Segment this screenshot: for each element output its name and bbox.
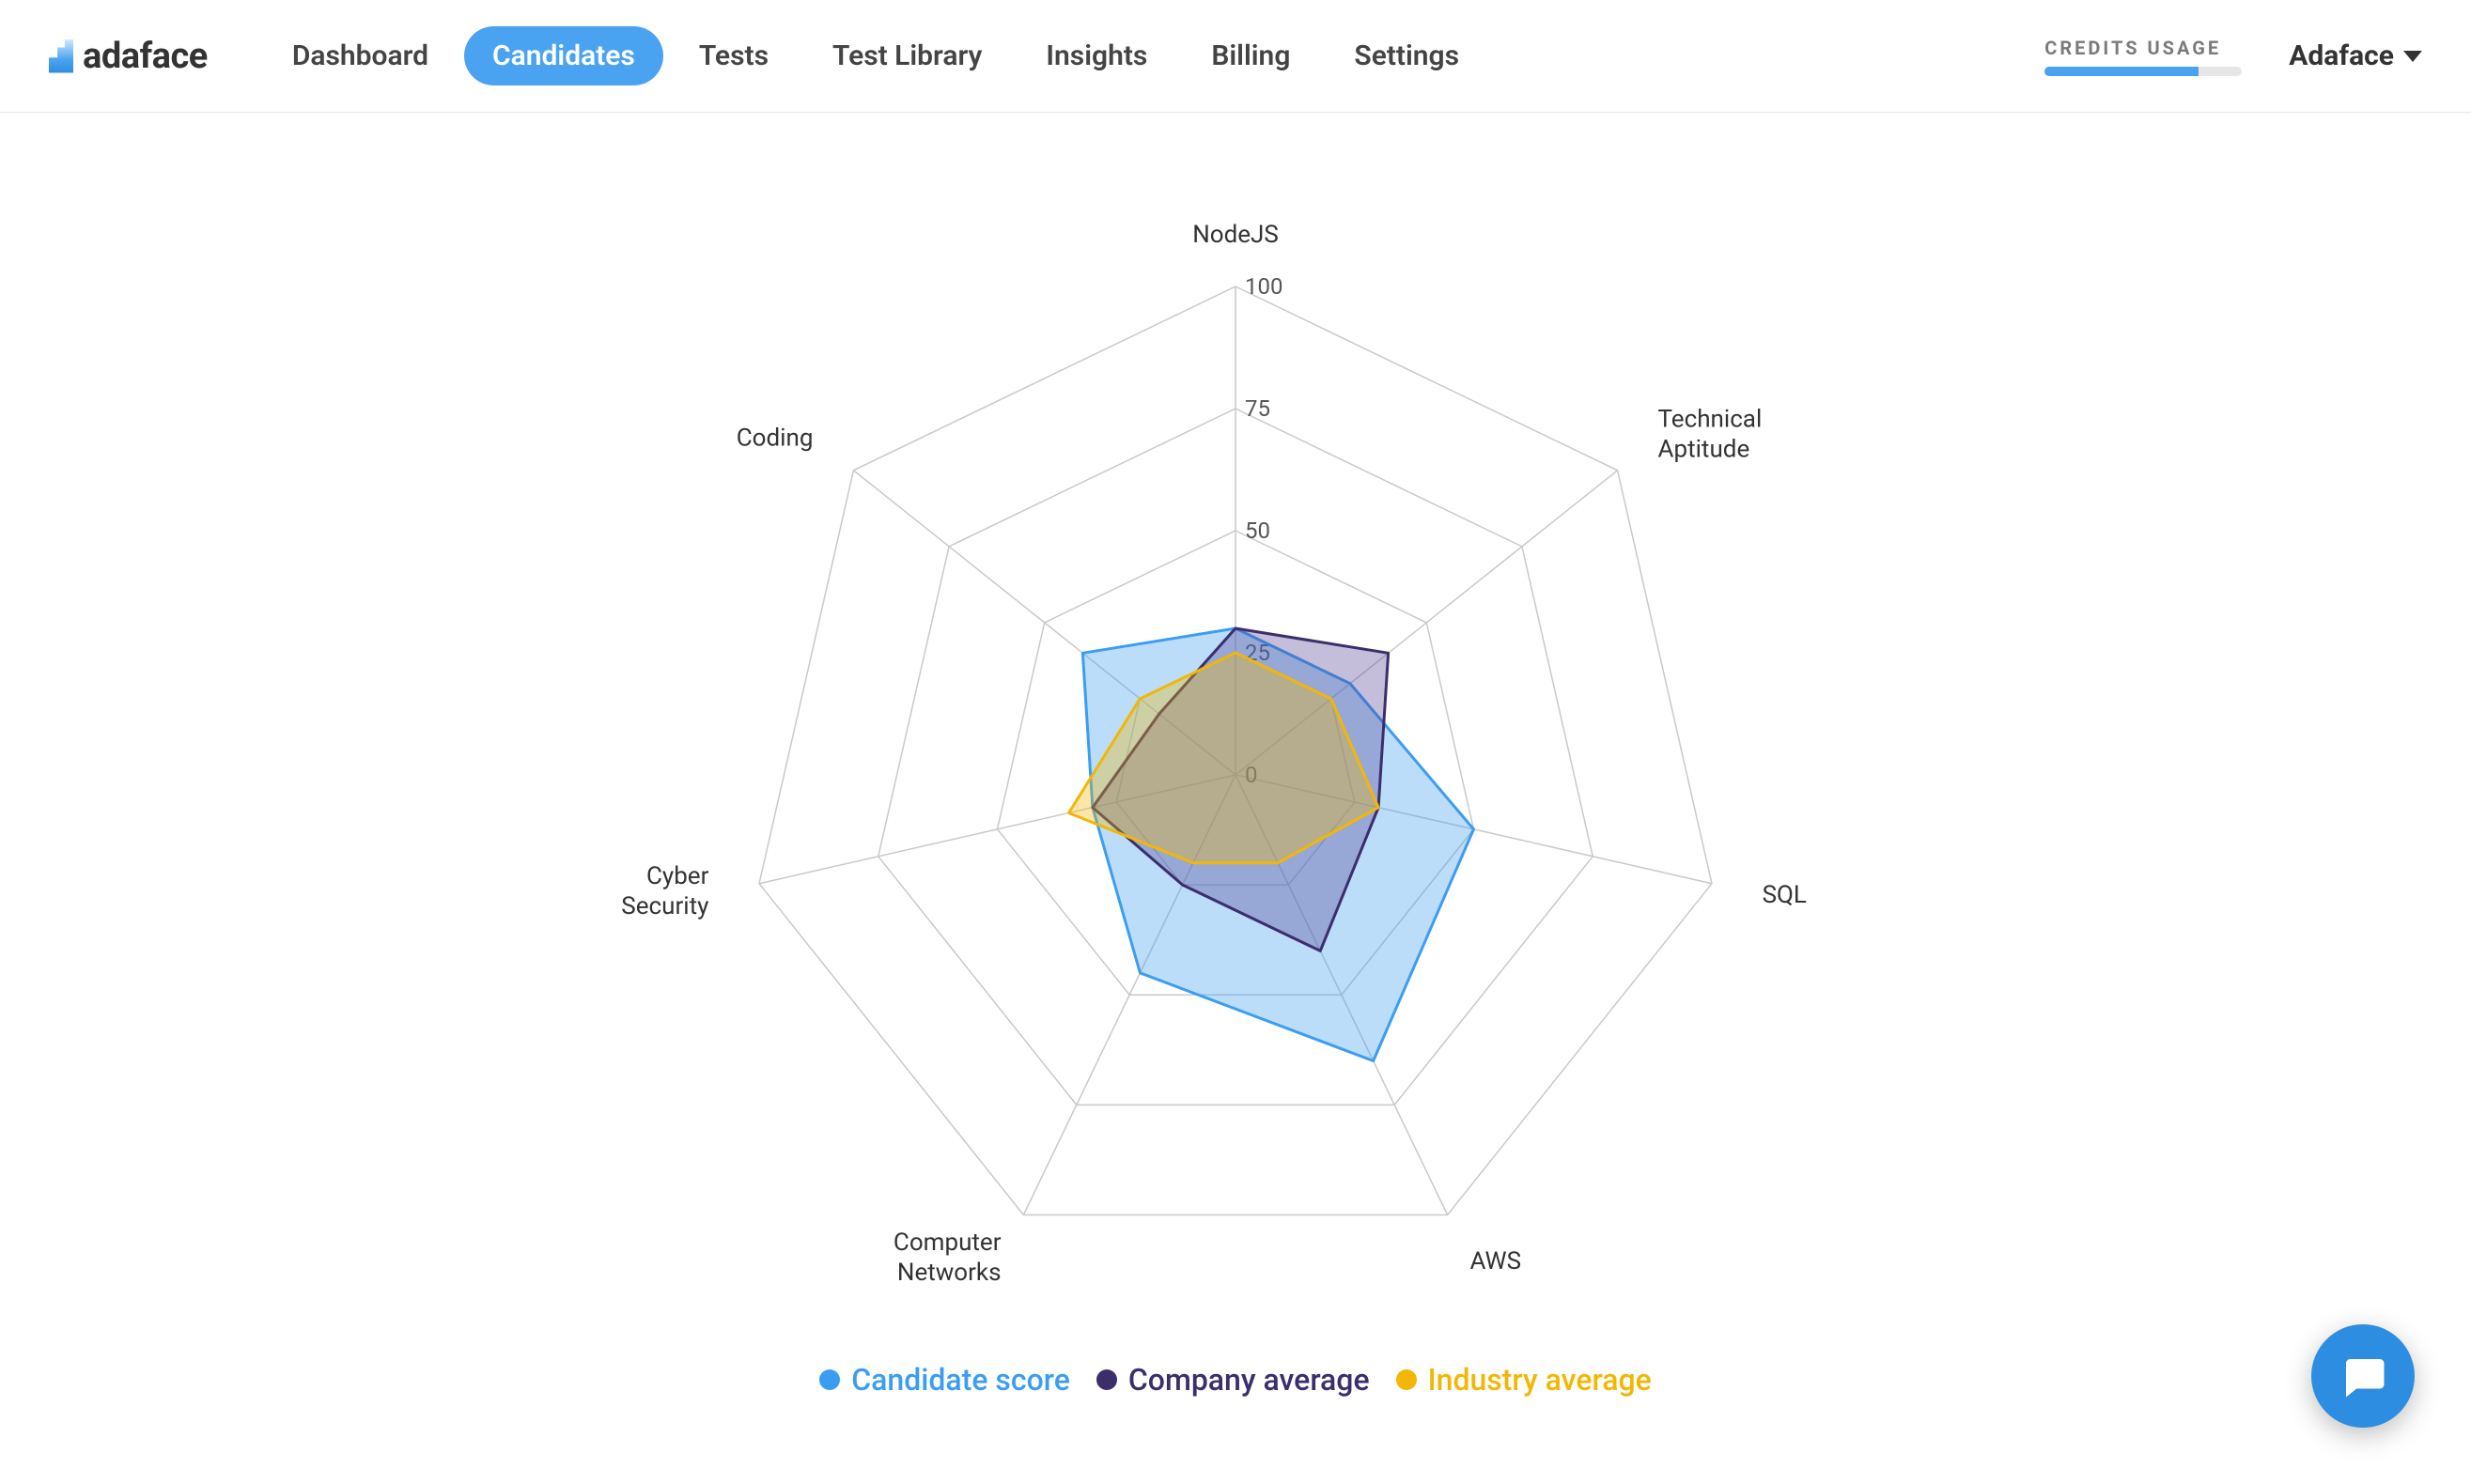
nav-link-candidates[interactable]: Candidates bbox=[464, 26, 663, 85]
account-menu[interactable]: Adaface bbox=[2289, 39, 2422, 72]
nav-links: DashboardCandidatesTestsTest LibraryInsi… bbox=[264, 26, 1487, 85]
radar-axis-label: Cyber bbox=[646, 862, 709, 890]
radar-axis-label: Aptitude bbox=[1658, 435, 1750, 463]
radar-chart-section: 0255075100NodeJSTechnicalAptitudeSQLAWSC… bbox=[0, 113, 2471, 1398]
radar-tick-label: 75 bbox=[1245, 395, 1270, 422]
chart-legend: Candidate score Company average Industry a… bbox=[819, 1362, 1652, 1398]
top-nav: adaface DashboardCandidatesTestsTest Lib… bbox=[0, 0, 2471, 113]
legend-swatch-icon bbox=[819, 1369, 840, 1390]
radar-axis-label: Computer bbox=[894, 1229, 1002, 1257]
legend-label: Company average bbox=[1128, 1362, 1370, 1398]
legend-item-industry[interactable]: Industry average bbox=[1396, 1362, 1652, 1398]
legend-label: Industry average bbox=[1428, 1362, 1652, 1398]
legend-swatch-icon bbox=[1096, 1369, 1117, 1390]
chevron-down-icon bbox=[2403, 51, 2422, 62]
radar-axis-label: Coding bbox=[737, 424, 814, 452]
legend-label: Candidate score bbox=[851, 1362, 1070, 1398]
radar-axis-label: AWS bbox=[1469, 1247, 1521, 1275]
radar-axis-label: Technical bbox=[1658, 405, 1763, 433]
credits-fill bbox=[2044, 67, 2199, 76]
credits-usage[interactable]: CREDITS USAGE bbox=[2044, 37, 2242, 76]
radar-axis-label: SQL bbox=[1763, 881, 1807, 909]
radar-axis-label: NodeJS bbox=[1192, 221, 1279, 249]
brand-logo-icon bbox=[49, 39, 73, 73]
nav-link-dashboard[interactable]: Dashboard bbox=[264, 26, 457, 85]
account-label: Adaface bbox=[2289, 39, 2394, 72]
brand-name: adaface bbox=[83, 36, 208, 77]
chat-icon bbox=[2338, 1351, 2388, 1401]
legend-item-company[interactable]: Company average bbox=[1096, 1362, 1370, 1398]
radar-tick-label: 100 bbox=[1245, 273, 1282, 300]
chat-launcher[interactable] bbox=[2311, 1324, 2415, 1428]
legend-swatch-icon bbox=[1396, 1369, 1417, 1390]
brand[interactable]: adaface bbox=[49, 36, 208, 77]
nav-link-tests[interactable]: Tests bbox=[671, 26, 797, 85]
nav-link-billing[interactable]: Billing bbox=[1183, 26, 1318, 85]
radar-tick-label: 50 bbox=[1245, 518, 1270, 544]
nav-link-settings[interactable]: Settings bbox=[1326, 26, 1487, 85]
credits-label: CREDITS USAGE bbox=[2044, 37, 2221, 59]
nav-link-test-library[interactable]: Test Library bbox=[804, 26, 1010, 85]
radar-axis-label: Security bbox=[621, 892, 708, 920]
credits-bar bbox=[2044, 67, 2242, 76]
nav-link-insights[interactable]: Insights bbox=[1018, 26, 1175, 85]
legend-item-candidate[interactable]: Candidate score bbox=[819, 1362, 1070, 1398]
radar-axis-label: Networks bbox=[897, 1259, 1002, 1287]
radar-chart: 0255075100NodeJSTechnicalAptitudeSQLAWSC… bbox=[531, 150, 1940, 1343]
